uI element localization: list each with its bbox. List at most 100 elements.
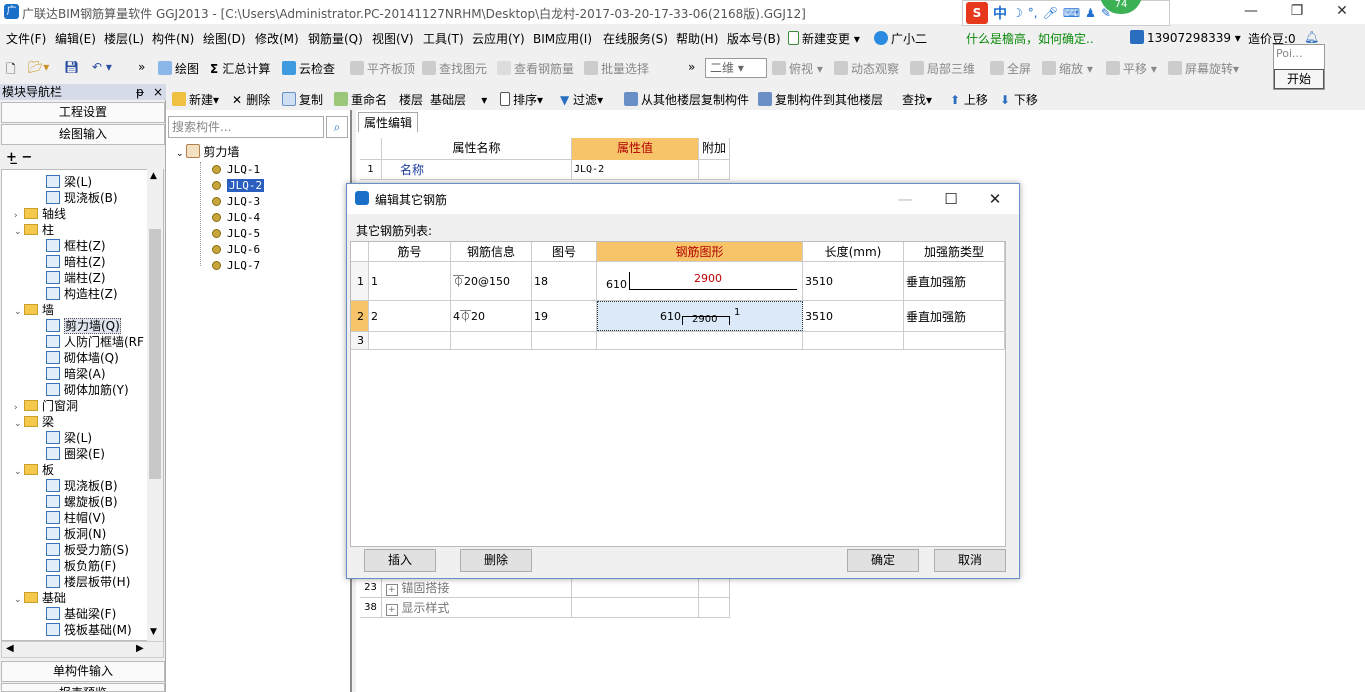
property-row[interactable]: 1 名称 JLQ-2 <box>360 160 730 180</box>
component-item[interactable]: JLQ-3 <box>212 194 260 210</box>
menu-view[interactable]: 视图(V) <box>372 30 414 47</box>
scroll-left-icon[interactable]: ◀ <box>6 643 14 654</box>
nav-tree-item[interactable]: 圈梁(E) <box>46 446 105 462</box>
scroll-down-icon[interactable]: ▼ <box>150 627 157 637</box>
collapse-icon[interactable]: ⌄ <box>14 592 24 608</box>
zoom-button[interactable]: 缩放 ▾ <box>1042 60 1093 77</box>
keyboard-icon[interactable]: ⌨ <box>1063 6 1080 20</box>
component-root[interactable]: ⌄ 剪力墙 <box>176 144 239 160</box>
close-window-button[interactable]: ✕ <box>1319 0 1365 22</box>
dialog-close-button[interactable]: ✕ <box>975 187 1015 211</box>
rename-button[interactable]: 重命名 <box>334 91 387 108</box>
restore-button[interactable]: ❐ <box>1274 0 1320 22</box>
rebar-info-cell[interactable] <box>451 332 532 349</box>
scroll-right-icon[interactable]: ▶ <box>136 643 144 654</box>
nav-tree-item[interactable]: 基础梁(F) <box>46 606 116 622</box>
menu-online[interactable]: 在线服务(S) <box>603 30 668 47</box>
collapse-icon[interactable]: ⌄ <box>14 464 24 480</box>
component-item[interactable]: JLQ-5 <box>212 226 260 242</box>
component-item[interactable]: JLQ-4 <box>212 210 260 226</box>
project-settings-button[interactable]: 工程设置 <box>1 102 165 123</box>
length-cell[interactable] <box>803 332 904 349</box>
property-value[interactable] <box>572 578 699 598</box>
length-cell[interactable]: 3510 <box>803 262 904 300</box>
rebar-info-cell[interactable]: ⏁20@150 <box>451 262 532 300</box>
property-row[interactable]: 38 + 显示样式 <box>360 598 730 618</box>
copy-from-floor-button[interactable]: 从其他楼层复制构件 <box>624 91 749 108</box>
move-up-button[interactable]: ⬆ 上移 <box>950 91 988 108</box>
summary-calc-button[interactable]: Σ 汇总计算 <box>210 60 270 77</box>
figure-num-cell[interactable] <box>532 332 597 349</box>
drawing-input-button[interactable]: 绘图输入 <box>1 124 165 145</box>
nav-tree-folder[interactable]: ⌄ 柱 <box>14 222 54 238</box>
rebar-shape-cell[interactable]: 610 2900 1 <box>597 301 803 331</box>
nav-tree-item[interactable]: 构造柱(Z) <box>46 286 118 302</box>
menu-rebar-qty[interactable]: 钢筋量(Q) <box>308 30 363 47</box>
nav-tree-item[interactable]: 梁(L) <box>46 174 92 190</box>
nav-tree-item[interactable]: 梁(L) <box>46 430 92 446</box>
component-item[interactable]: JLQ-1 <box>212 162 260 178</box>
rebar-row-selected[interactable]: 2 2 4⏁20 19 610 2900 1 3510 垂直加强筋 <box>351 301 1006 332</box>
microphone-icon[interactable]: 🎤︎ <box>1043 6 1058 20</box>
expand-all-icon[interactable]: +̲ − <box>6 150 32 165</box>
dialog-minimize-button[interactable]: — <box>885 187 925 211</box>
move-down-button[interactable]: ⬇ 下移 <box>1000 91 1038 108</box>
collapse-icon[interactable]: ⌄ <box>14 304 24 320</box>
menu-guangxiaoer[interactable]: 广小二 <box>874 30 927 47</box>
nav-tree-folder[interactable]: ⌄ 板 <box>14 462 54 478</box>
menu-tools[interactable]: 工具(T) <box>423 30 464 47</box>
nav-tree-item[interactable]: 螺旋板(B) <box>46 494 118 510</box>
new-file-icon[interactable]: 🗋 <box>6 60 16 81</box>
filter-button[interactable]: ▼ 过滤▾ <box>560 91 603 108</box>
account-menu[interactable]: 13907298339 ▾ <box>1130 30 1241 45</box>
bell-icon[interactable]: 🔔︎ <box>1304 30 1319 44</box>
reinforce-type-cell[interactable]: 垂直加强筋 <box>904 301 1005 331</box>
skin-icon[interactable]: ♟ <box>1085 6 1096 20</box>
col-header-length[interactable]: 长度(mm) <box>803 242 904 261</box>
rebar-num-cell[interactable] <box>369 332 451 349</box>
nav-tree-item[interactable]: 暗柱(Z) <box>46 254 106 270</box>
open-folder-icon[interactable]: 📂︎▾ <box>28 60 49 74</box>
sort-button[interactable]: 排序▾ <box>500 91 543 108</box>
nav-tree-folder[interactable]: ⌄ 墙 <box>14 302 54 318</box>
minimize-button[interactable]: — <box>1228 0 1274 22</box>
nav-tree-item[interactable]: 砌体加筋(Y) <box>46 382 129 398</box>
nav-tree-item[interactable]: 板受力筋(S) <box>46 542 129 558</box>
rebar-num-cell[interactable]: 1 <box>369 262 451 300</box>
menu-edit[interactable]: 编辑(E) <box>55 30 96 47</box>
nav-tree-item[interactable]: 板洞(N) <box>46 526 106 542</box>
col-header-type[interactable]: 加强筋类型 <box>904 242 1005 261</box>
cloud-check-button[interactable]: 云检查 <box>282 60 335 77</box>
nav-tree-item[interactable]: 框柱(Z) <box>46 238 106 254</box>
menu-bim[interactable]: BIM应用(I) <box>533 30 592 47</box>
nav-tree-folder[interactable]: › 轴线 <box>14 206 66 222</box>
search-icon[interactable]: ⌕ <box>326 116 348 138</box>
property-row[interactable]: 23 + 锚固搭接 <box>360 578 730 598</box>
find-element-button[interactable]: 查找图元 <box>422 60 487 77</box>
copy-component-button[interactable]: 复制 <box>282 91 323 108</box>
component-item[interactable]: JLQ-6 <box>212 242 260 258</box>
expand-icon[interactable]: + <box>386 604 398 616</box>
delete-component-button[interactable]: ✕ 删除 <box>232 91 270 108</box>
toolbar-overflow2-icon[interactable]: » <box>688 60 695 74</box>
property-name[interactable]: + 显示样式 <box>382 598 572 618</box>
menu-help[interactable]: 帮助(H) <box>676 30 718 47</box>
menu-cloud[interactable]: 云应用(Y) <box>472 30 525 47</box>
find-button[interactable]: 查找▾ <box>902 91 932 108</box>
nav-tree-item[interactable]: 暗梁(A) <box>46 366 106 382</box>
menu-version[interactable]: 版本号(B) <box>727 30 781 47</box>
nav-tree-item[interactable]: 板负筋(F) <box>46 558 116 574</box>
property-value[interactable] <box>572 598 699 618</box>
rebar-shape-cell[interactable] <box>597 332 803 349</box>
nav-tree-item[interactable]: 砌体墙(Q) <box>46 350 119 366</box>
ime-mode-label[interactable]: 中 <box>993 3 1007 23</box>
local-3d-button[interactable]: 局部三维 <box>910 60 975 77</box>
nav-tree-folder[interactable]: ⌄ 梁 <box>14 414 54 430</box>
pin-icon[interactable]: ᵽ <box>136 84 144 100</box>
promo-link[interactable]: 什么是檐高，如何确定.. <box>966 30 1094 47</box>
menu-new-change[interactable]: 新建变更 ▾ <box>788 30 860 47</box>
fullscreen-button[interactable]: 全屏 <box>990 60 1031 77</box>
rebar-num-cell[interactable]: 2 <box>369 301 451 331</box>
rebar-row[interactable]: 1 1 ⏁20@150 18 610 2900 3510 垂直加强筋 <box>351 262 1006 301</box>
col-header-info[interactable]: 钢筋信息 <box>451 242 532 261</box>
